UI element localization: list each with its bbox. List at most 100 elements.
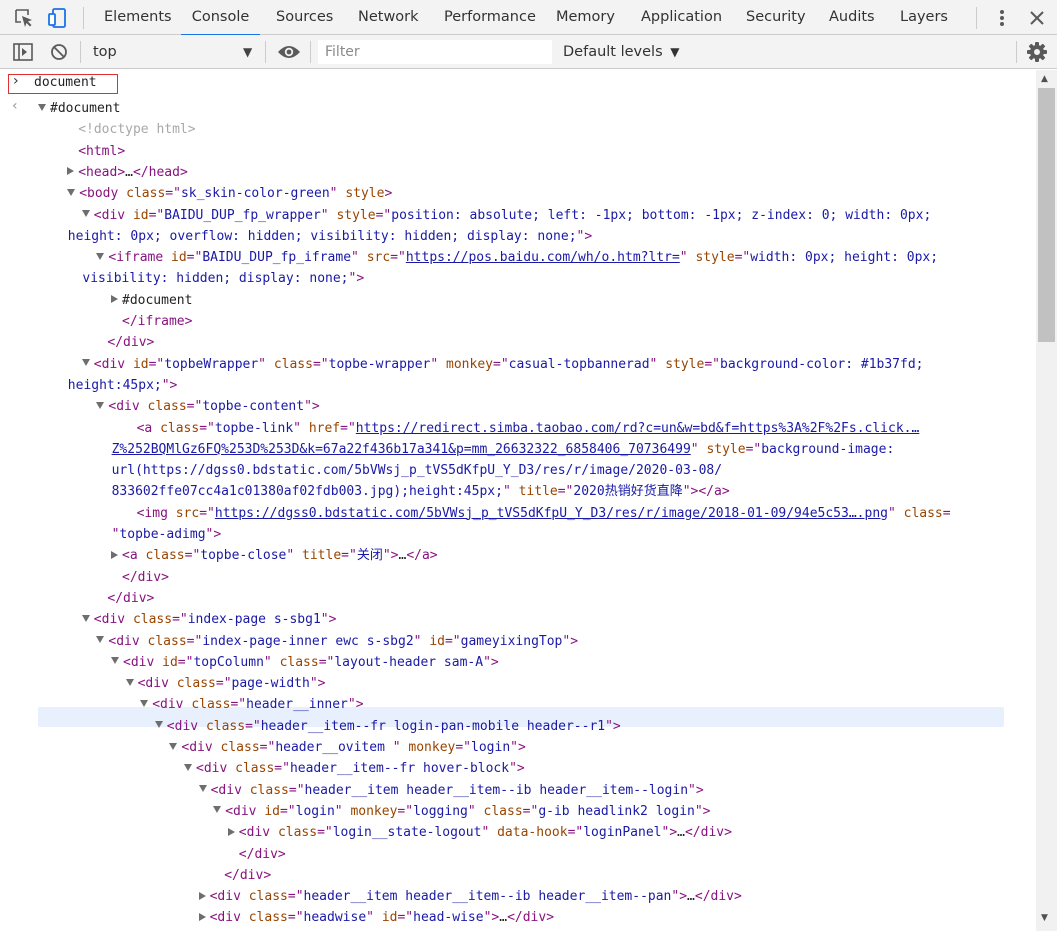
expand-triangle-open-icon[interactable] (154, 721, 163, 729)
expand-triangle-closed-icon[interactable] (227, 827, 235, 836)
tree-row[interactable]: <div class="header__item--fr hover-block… (184, 759, 525, 779)
tree-row[interactable]: <body class="sk_skin-color-green" style> (67, 184, 392, 204)
tab-elements[interactable]: Elements (104, 0, 172, 35)
device-toolbar-icon[interactable] (46, 7, 68, 29)
tree-row[interactable]: #document (111, 291, 192, 311)
tree-row[interactable]: <div class="page-width"> (125, 674, 325, 694)
tree-row[interactable]: <div class="index-page s-sbg1"> (81, 610, 336, 630)
expand-triangle-open-icon[interactable] (213, 806, 222, 814)
tree-row[interactable]: <div class="header__ovitem " monkey="log… (169, 738, 526, 758)
tree-row[interactable]: <div id="topbeWrapper" class="topbe-wrap… (81, 355, 924, 375)
expand-triangle-closed-icon[interactable] (67, 167, 75, 176)
tree-row[interactable]: Z%252BQMlGz6FQ%253D%253D&k=67a22f436b17a… (112, 440, 895, 460)
token-an: class (147, 633, 187, 649)
clear-console-icon[interactable] (49, 42, 69, 62)
tab-network[interactable]: Network (358, 0, 419, 35)
tree-row[interactable]: </div> (111, 568, 169, 588)
expand-triangle-open-icon[interactable] (198, 785, 207, 793)
expand-triangle-open-icon[interactable] (38, 103, 46, 111)
token-av: page-width (231, 676, 310, 692)
tree-row[interactable]: </div> (96, 589, 154, 609)
settings-gear-icon[interactable] (1026, 41, 1048, 63)
expand-triangle-closed-icon[interactable] (198, 891, 206, 900)
tree-row[interactable]: height: 0px; overflow: hidden; visibilit… (68, 227, 592, 247)
tree-row[interactable]: <a class="topbe-link" href="https://redi… (126, 419, 920, 439)
context-selector[interactable]: top (93, 35, 117, 69)
inspect-icon[interactable] (13, 7, 35, 29)
expand-triangle-closed-icon[interactable] (111, 295, 118, 304)
tab-layers[interactable]: Layers (900, 0, 948, 35)
more-vert-icon[interactable] (992, 7, 1012, 29)
expand-triangle-open-icon[interactable] (96, 636, 105, 643)
tree-row[interactable]: <div class="header__inner"> (140, 695, 364, 715)
tree-row[interactable]: url(https://dgss0.bdstatic.com/5bVWsj_p_… (112, 461, 722, 481)
tree-row[interactable]: <iframe id="BAIDU_DUP_fp_iframe" src="ht… (96, 248, 938, 268)
scroll-down-arrow-icon[interactable]: ▼ (1041, 913, 1048, 923)
tree-row[interactable]: </div> (228, 845, 286, 865)
filter-input[interactable] (318, 40, 552, 64)
tab-security[interactable]: Security (746, 0, 806, 35)
tree-row[interactable]: visibility: hidden; display: none;"> (82, 269, 364, 289)
log-levels-dropdown[interactable]: Default levels ▼ (563, 35, 679, 69)
tree-row[interactable]: height:45px;"> (68, 376, 178, 396)
expand-triangle-open-icon[interactable] (169, 742, 178, 750)
tree-row[interactable]: <a class="topbe-close" title="关闭">…</a> (111, 546, 438, 566)
tree-row[interactable]: <head>…</head> (67, 163, 188, 183)
tree-row[interactable]: 833602ffe07cc4a1c01380af02fdb003.jpg);he… (112, 482, 730, 502)
tree-row[interactable]: </div> (213, 866, 271, 886)
tree-row[interactable]: <div class="topbe-content"> (96, 397, 320, 417)
tree-row[interactable]: <html> (67, 142, 125, 162)
token-link[interactable]: https://redirect.simba.taobao.com/rd?c=u… (356, 421, 920, 436)
expand-triangle-open-icon[interactable] (111, 657, 119, 665)
token-an: class (147, 399, 187, 415)
tab-memory[interactable]: Memory (556, 0, 615, 35)
expand-triangle-open-icon[interactable] (81, 359, 90, 367)
expand-triangle-open-icon[interactable] (125, 678, 134, 686)
scrollbar-thumb[interactable] (1038, 88, 1055, 342)
sidebar-toggle-icon[interactable] (12, 42, 34, 62)
expand-triangle-closed-icon[interactable] (198, 912, 206, 921)
tree-row[interactable]: <div class="index-page-inner ewc s-sbg2"… (96, 632, 578, 652)
token-link[interactable]: https://dgss0.bdstatic.com/5bVWsj_p_tVS5… (215, 506, 888, 521)
expand-triangle-open-icon[interactable] (81, 614, 90, 622)
tree-row[interactable]: <div class="login__state-logout" data-ho… (227, 823, 732, 843)
token-link[interactable]: https://pos.baidu.com/wh/o.htm?ltr= (406, 250, 680, 265)
expand-triangle-open-icon[interactable] (184, 763, 192, 771)
token-tag: <div (108, 633, 148, 649)
expand-triangle-open-icon[interactable] (81, 210, 90, 217)
tree-row[interactable]: <div class="headwise" id="head-wise">…</… (198, 908, 554, 928)
tree-row[interactable]: <div id="BAIDU_DUP_fp_wrapper" style="po… (81, 206, 931, 226)
tab-console[interactable]: Console (181, 0, 260, 36)
tree-row-hovered[interactable]: <div class="header__item--fr login-pan-m… (154, 717, 621, 737)
tree-row[interactable]: <div class="header__item header__item--i… (198, 781, 704, 801)
tree-row[interactable]: <img src="https://dgss0.bdstatic.com/5bV… (126, 504, 951, 524)
tab-sources[interactable]: Sources (276, 0, 333, 35)
token-tag: <div (209, 910, 249, 926)
eye-icon[interactable] (277, 43, 301, 61)
token-av: headwise (303, 910, 367, 926)
token-tag: =" (557, 484, 574, 500)
tree-row[interactable]: </iframe> (111, 312, 192, 332)
chevron-down-icon[interactable]: ▼ (243, 35, 252, 69)
token-link[interactable]: Z%252BQMlGz6FQ%253D%253D&k=67a22f436b17a… (112, 442, 691, 457)
tree-row[interactable]: </div> (96, 333, 154, 353)
token-tag: </div> (684, 825, 732, 841)
tab-performance[interactable]: Performance (444, 0, 536, 35)
scroll-up-arrow-icon[interactable]: ▲ (1041, 74, 1048, 84)
expand-triangle-open-icon[interactable] (96, 401, 105, 409)
expand-triangle-open-icon[interactable] (140, 699, 149, 707)
tree-row[interactable]: <!doctype html> (67, 120, 195, 140)
close-icon[interactable] (1026, 7, 1048, 29)
tree-row[interactable]: <div id="login" monkey="logging" class="… (213, 802, 711, 822)
expand-triangle-open-icon[interactable] (67, 188, 76, 196)
tree-row[interactable]: "topbe-adimg"> (112, 525, 222, 545)
tree-row[interactable]: <div id="topColumn" class="layout-header… (111, 653, 499, 673)
tab-application[interactable]: Application (641, 0, 722, 35)
tree-row[interactable]: <div class="header__item header__item--i… (198, 887, 742, 907)
expand-triangle-closed-icon[interactable] (111, 550, 118, 559)
tree-row[interactable]: #document (38, 99, 120, 119)
token-tag: =" (184, 548, 201, 564)
token-tag: <div (152, 697, 192, 713)
expand-triangle-open-icon[interactable] (96, 252, 105, 260)
tab-audits[interactable]: Audits (829, 0, 875, 35)
